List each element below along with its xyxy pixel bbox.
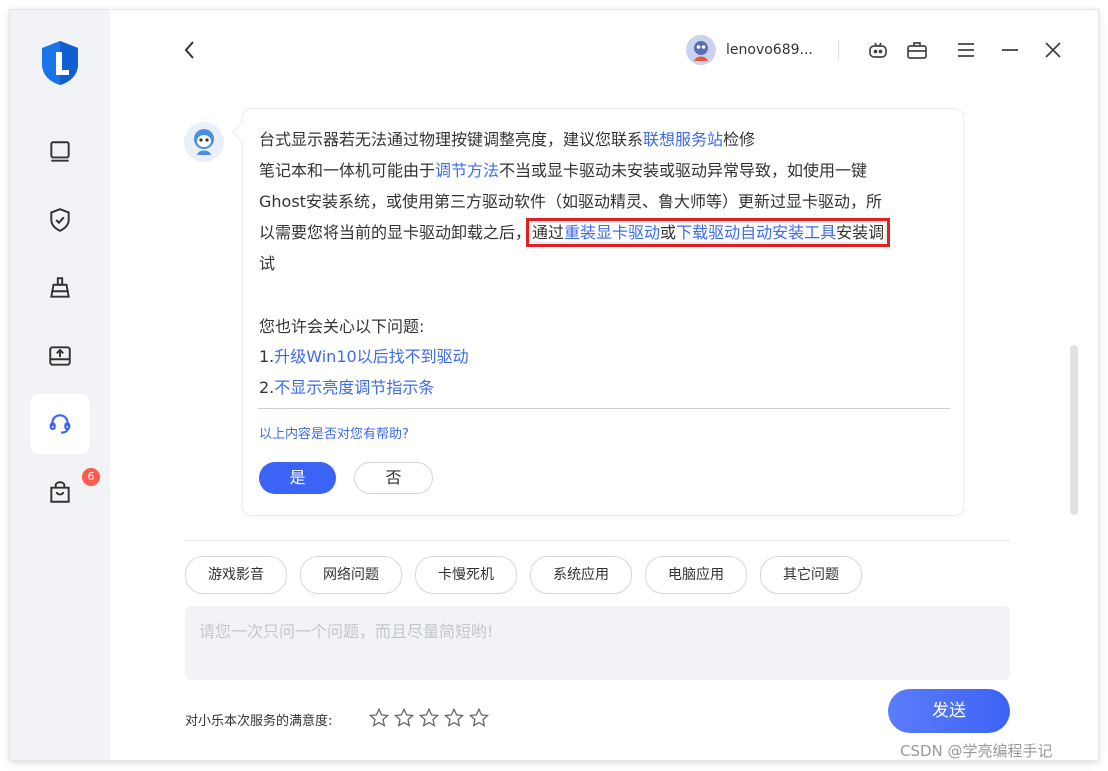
star-icon[interactable] — [468, 707, 490, 729]
yes-button[interactable]: 是 — [259, 462, 336, 494]
message-text: 不当或显卡驱动未安装或驱动异常导致，如使用一键 — [499, 161, 868, 180]
avatar — [686, 35, 716, 65]
message-text: 检修 — [723, 130, 756, 149]
minimize-icon[interactable] — [998, 38, 1022, 62]
user-profile[interactable]: lenovo689... — [686, 34, 813, 66]
message-input[interactable] — [185, 606, 1010, 680]
rating-stars — [368, 707, 493, 729]
sidebar: 6 — [10, 10, 110, 760]
reinstall-driver-link[interactable]: 重装显卡驱动 — [564, 223, 660, 242]
star-icon[interactable] — [368, 707, 390, 729]
star-icon[interactable] — [443, 707, 465, 729]
related-question-2[interactable]: 2.不显示亮度调节指示条 — [259, 372, 951, 403]
message-line-2: 笔记本和一体机可能由于调节方法不当或显卡驱动未安装或驱动异常导致，如使用一键 — [259, 155, 951, 186]
message-text: 或 — [660, 223, 677, 242]
message-text: 安装调 — [836, 223, 885, 242]
star-icon[interactable] — [418, 707, 440, 729]
related-title: 您也许会关心以下问题: — [259, 317, 425, 336]
header-divider — [838, 40, 839, 60]
adjust-method-link[interactable]: 调节方法 — [435, 161, 499, 180]
shield-icon — [50, 208, 70, 232]
watermark: CSDN @学亮编程手记 — [900, 742, 1053, 760]
message-line-5: 试 — [259, 254, 276, 273]
notification-badge: 6 — [82, 468, 100, 486]
highlighted-instruction: 通过重装显卡驱动或下载驱动自动安装工具安装调 — [526, 218, 891, 247]
sidebar-item-cleanup[interactable] — [30, 258, 90, 318]
message-text: 台式显示器若无法通过物理按键调整亮度，建议您联系 — [259, 130, 644, 149]
broom-icon — [50, 277, 70, 298]
username: lenovo689... — [726, 42, 813, 58]
related-number: 1. — [259, 347, 275, 366]
input-divider — [185, 540, 1010, 541]
related-number: 2. — [259, 378, 275, 397]
back-arrow-icon[interactable] — [178, 36, 202, 64]
satisfaction-label: 对小乐本次服务的满意度: — [185, 714, 333, 729]
related-question-1[interactable]: 1.升级Win10以后找不到驱动 — [259, 341, 951, 372]
category-chip[interactable]: 其它问题 — [760, 556, 862, 594]
category-chip[interactable]: 网络问题 — [300, 556, 402, 594]
star-icon[interactable] — [393, 707, 415, 729]
bag-icon — [50, 481, 70, 503]
service-station-link[interactable]: 联想服务站 — [643, 130, 723, 149]
drive-icon — [49, 346, 71, 366]
headset-icon — [49, 414, 71, 434]
helpful-question: 以上内容是否对您有帮助? — [259, 427, 409, 442]
toolbox-icon[interactable] — [905, 38, 929, 62]
message-line-1: 台式显示器若无法通过物理按键调整亮度，建议您联系联想服务站检修 — [259, 124, 951, 155]
computer-icon — [50, 141, 70, 162]
related-link[interactable]: 升级Win10以后找不到驱动 — [274, 347, 468, 366]
send-button[interactable]: 发送 — [888, 689, 1010, 733]
message-divider — [258, 408, 950, 409]
message-input-container — [185, 606, 1010, 680]
sidebar-item-service[interactable] — [30, 394, 90, 454]
menu-icon[interactable] — [954, 38, 978, 62]
assistant-avatar — [184, 122, 224, 162]
robot-icon[interactable] — [866, 38, 890, 62]
message-text: 笔记本和一体机可能由于 — [259, 161, 436, 180]
logo-icon — [42, 41, 78, 85]
sidebar-item-computer[interactable] — [30, 122, 90, 182]
category-chip[interactable]: 系统应用 — [530, 556, 632, 594]
sidebar-item-drivers[interactable] — [30, 326, 90, 386]
scrollbar[interactable] — [1070, 345, 1078, 515]
message-text: 以需要您将当前的显卡驱动卸载之后， — [259, 223, 532, 242]
message-line-3: Ghost安装系统，或使用第三方驱动软件（如驱动精灵、鲁大师等）更新过显卡驱动，… — [259, 192, 882, 211]
close-icon[interactable] — [1041, 38, 1065, 62]
no-button[interactable]: 否 — [354, 462, 433, 494]
message-line-4: 以需要您将当前的显卡驱动卸载之后，通过重装显卡驱动或下载驱动自动安装工具安装调 — [259, 217, 951, 248]
category-chip[interactable]: 游戏影音 — [185, 556, 287, 594]
sidebar-item-security[interactable] — [30, 190, 90, 250]
message-text: 通过 — [532, 223, 565, 242]
related-link[interactable]: 不显示亮度调节指示条 — [274, 378, 434, 397]
download-tool-link[interactable]: 下载驱动自动安装工具 — [676, 223, 836, 242]
category-chip[interactable]: 卡慢死机 — [415, 556, 517, 594]
sidebar-item-shop[interactable]: 6 — [30, 462, 100, 522]
category-chip[interactable]: 电脑应用 — [645, 556, 747, 594]
